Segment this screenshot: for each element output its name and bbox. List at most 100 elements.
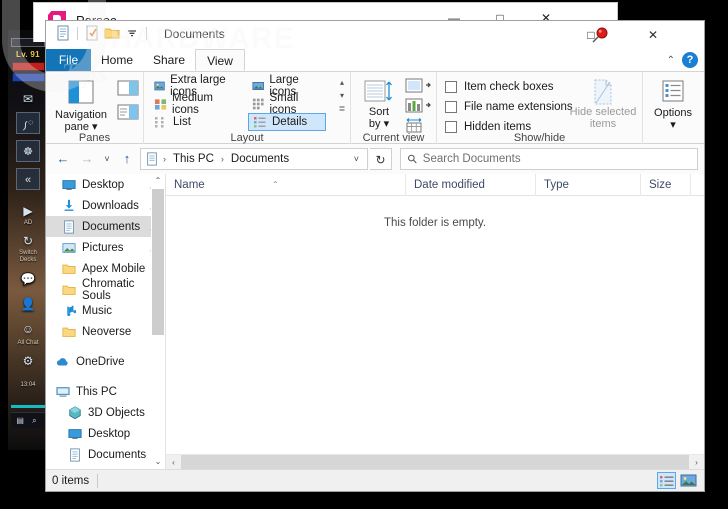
sidebar-item-desktop[interactable]: Desktop📌: [46, 174, 165, 195]
navigation-pane-button[interactable]: Navigation pane ▾: [52, 76, 110, 133]
breadcrumb-documents[interactable]: Documents: [228, 152, 292, 166]
layout-scroll-up-icon[interactable]: ▴: [336, 76, 348, 89]
add-friend-icon[interactable]: ༿: [16, 112, 40, 134]
navigation-pane-scrollbar[interactable]: ⌃ ⌄: [151, 174, 165, 469]
details-pane-button[interactable]: [114, 102, 142, 122]
search-icon: ⚲: [404, 150, 421, 168]
layout-small-icons[interactable]: Small icons: [248, 92, 326, 116]
ribbon-group-show-hide: Item check boxes File name extensions Hi…: [437, 72, 643, 145]
new-folder-icon[interactable]: [84, 25, 100, 41]
sidebar-item-music[interactable]: Music: [46, 300, 165, 321]
back-button[interactable]: ←: [52, 148, 74, 170]
column-header-type[interactable]: Type: [536, 173, 641, 196]
ribbon-group-layout: Extra large icons Large icons Medium ico…: [144, 72, 351, 145]
tab-share[interactable]: Share: [143, 49, 195, 71]
column-header-name[interactable]: Name ⌃: [166, 173, 406, 196]
file-explorer-window: Documents □ ✕ File Home Share View ⌃ ? N…: [45, 20, 705, 492]
tab-home[interactable]: Home: [91, 49, 143, 71]
folder-icon: [62, 262, 76, 276]
checkbox-file-name-extensions[interactable]: File name extensions: [445, 98, 573, 116]
add-columns-button[interactable]: [403, 76, 433, 96]
preview-pane-button[interactable]: [114, 78, 142, 98]
nav-scroll-thumb[interactable]: [152, 189, 164, 335]
sidebar-item-documents[interactable]: Documents: [46, 444, 165, 465]
mail-icon[interactable]: ✉: [18, 90, 38, 108]
large-icons-view-button[interactable]: [679, 472, 698, 489]
layout-list[interactable]: List: [150, 113, 242, 131]
sidebar-item-pictures[interactable]: Pictures📌: [46, 237, 165, 258]
collapse-ribbon-icon[interactable]: ⌃: [667, 55, 675, 66]
checkbox-item-check-boxes[interactable]: Item check boxes: [445, 78, 553, 96]
documents-breadcrumb-icon: [147, 152, 157, 166]
explorer-window-title: Documents: [164, 27, 225, 41]
settings-icon[interactable]: ⚙: [18, 352, 38, 370]
tab-file[interactable]: File: [46, 49, 91, 71]
sidebar-item-label: Downloads: [82, 199, 139, 212]
collapse-icon[interactable]: «: [16, 168, 40, 190]
emote-icon[interactable]: ☺: [18, 320, 38, 338]
layout-gallery-expand-icon[interactable]: ≣: [336, 102, 348, 115]
ribbon-tab-strip: File Home Share View ⌃ ?: [46, 49, 704, 71]
hide-selected-items-button[interactable]: Hide selected items: [569, 76, 637, 132]
help-icon[interactable]: ?: [682, 52, 698, 68]
layout-medium-icons[interactable]: Medium icons: [150, 92, 242, 116]
address-dropdown-icon[interactable]: ˅: [350, 154, 363, 164]
customize-qat-dropdown[interactable]: [124, 25, 140, 41]
explorer-close-button[interactable]: ✕: [630, 21, 676, 49]
column-header-size[interactable]: Size: [641, 173, 691, 196]
layout-details[interactable]: Details: [248, 113, 326, 131]
sidebar-item-this-pc[interactable]: This PC: [46, 381, 165, 402]
hscroll-left-icon[interactable]: ‹: [166, 455, 181, 470]
navigation-pane-label-1: Navigation: [55, 109, 107, 121]
ad-play-icon[interactable]: ▶: [18, 202, 38, 220]
address-bar[interactable]: › This PC › Documents ˅: [140, 148, 368, 170]
item-check-boxes-checkbox[interactable]: [445, 81, 457, 93]
horizontal-scrollbar[interactable]: ‹ ›: [166, 454, 704, 470]
game-taskbar[interactable]: ▤ ⌕: [11, 412, 45, 428]
sidebar-item-apex-mobile[interactable]: Apex Mobile: [46, 258, 165, 279]
sidebar-item-downloads[interactable]: Downloads📌: [46, 195, 165, 216]
options-button[interactable]: Options ▾: [648, 76, 698, 132]
hscroll-right-icon[interactable]: ›: [689, 455, 704, 470]
file-name-extensions-checkbox[interactable]: [445, 101, 457, 113]
options-label-2: ▾: [670, 119, 676, 131]
breadcrumb-this-pc[interactable]: This PC: [170, 152, 217, 166]
search-input[interactable]: Search Documents: [423, 153, 521, 165]
tab-view[interactable]: View: [195, 49, 245, 71]
ad-label: AD: [23, 220, 33, 226]
details-view-button[interactable]: [657, 472, 676, 489]
layout-scroll-down-icon[interactable]: ▾: [336, 89, 348, 102]
recent-locations-button[interactable]: ˅: [100, 148, 114, 170]
chat-icon[interactable]: 💬: [18, 270, 38, 288]
sidebar-item-chromatic-souls[interactable]: Chromatic Souls: [46, 278, 165, 302]
column-header-date-modified[interactable]: Date modified: [406, 173, 536, 196]
properties-icon[interactable]: [55, 25, 71, 41]
up-button[interactable]: ↑: [116, 148, 138, 170]
column-headers: Name ⌃ Date modified Type Size: [166, 173, 704, 196]
sidebar-item-label: Pictures: [82, 241, 124, 254]
switch-decks-icon[interactable]: ↻: [18, 232, 38, 250]
all-chat-label: All Chat: [17, 340, 39, 346]
hscroll-track[interactable]: [181, 454, 689, 470]
ribbon-group-layout-label: Layout: [230, 132, 264, 144]
folder-icon[interactable]: [104, 25, 120, 41]
refresh-button[interactable]: ↻: [370, 148, 392, 170]
folder-icon: [62, 325, 76, 339]
nav-scroll-up-icon[interactable]: ⌃: [151, 174, 165, 188]
nav-scroll-down-icon[interactable]: ⌄: [151, 455, 165, 469]
sidebar-item-neoverse[interactable]: Neoverse: [46, 321, 165, 342]
sidebar-item-onedrive[interactable]: OneDrive: [46, 351, 165, 372]
ribbon: Navigation pane ▾ Panes Extra large icon…: [46, 71, 704, 145]
sidebar-item-3d-objects[interactable]: 3D Objects: [46, 402, 165, 423]
column-chart-button[interactable]: [403, 96, 433, 116]
view-mode-buttons: [657, 472, 698, 489]
forward-button[interactable]: →: [76, 148, 98, 170]
sidebar-item-documents[interactable]: Documents📌: [46, 216, 165, 237]
sort-by-button[interactable]: Sort by ▾: [357, 76, 401, 132]
game-health-bar: [12, 62, 45, 71]
search-box[interactable]: ⚲ Search Documents: [400, 148, 698, 170]
sidebar-item-desktop[interactable]: Desktop: [46, 423, 165, 444]
avatar-icon[interactable]: 👤: [18, 295, 38, 313]
guild-icon[interactable]: ☸: [16, 140, 40, 162]
